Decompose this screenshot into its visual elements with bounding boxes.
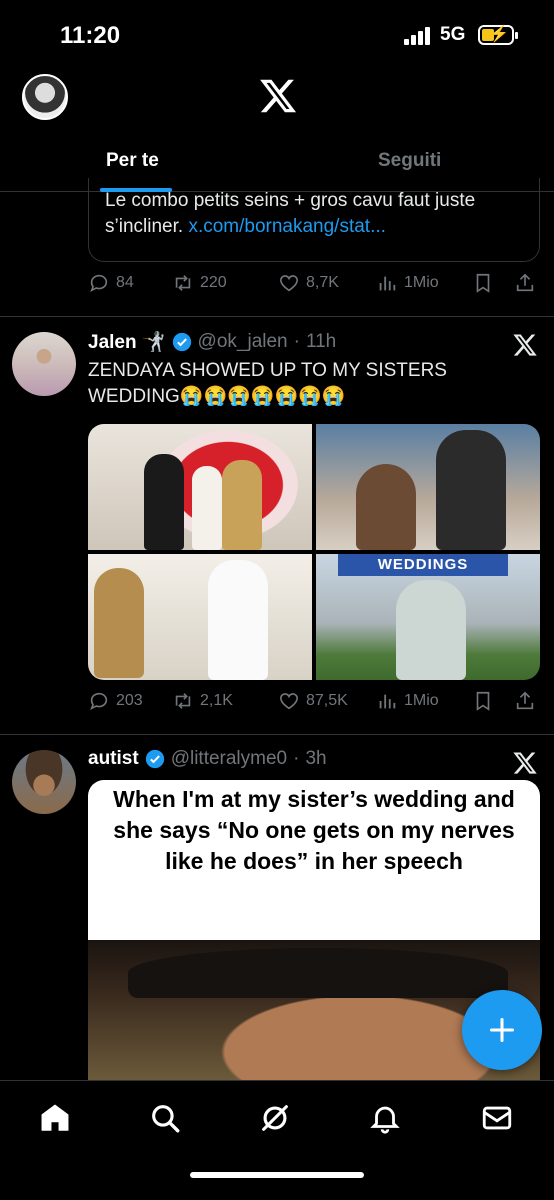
- like-icon: [279, 275, 299, 292]
- search-icon: [152, 1105, 180, 1133]
- repost-icon: [175, 693, 191, 709]
- separator: ·: [293, 748, 300, 769]
- reply-icon: [90, 692, 108, 711]
- photo[interactable]: [316, 424, 540, 550]
- display-name[interactable]: Jalen 🤺: [88, 330, 166, 354]
- home-indicator: [190, 1172, 364, 1178]
- views-button[interactable]: 1Mio: [376, 272, 439, 294]
- divider: [0, 316, 554, 317]
- nav-home[interactable]: [38, 1101, 72, 1135]
- bookmark-icon: [476, 691, 490, 711]
- share-button[interactable]: [514, 690, 536, 712]
- repost-button[interactable]: 2,1K: [172, 690, 233, 712]
- separator: ·: [293, 331, 300, 352]
- handle[interactable]: @ok_jalen: [198, 331, 288, 353]
- tweet-header: autist @litteralyme0 · 3h: [88, 748, 327, 770]
- compose-button[interactable]: [462, 990, 542, 1070]
- nav-messages[interactable]: [480, 1101, 514, 1135]
- photo[interactable]: WEDDINGS: [316, 554, 540, 680]
- avatar[interactable]: [12, 750, 76, 814]
- tweet-text: ZENDAYA SHOWED UP TO MY SISTERS WEDDING😭…: [88, 360, 447, 407]
- meme-caption: When I'm at my sister’s wedding and she …: [113, 786, 515, 874]
- status-time: 11:20: [60, 22, 121, 49]
- like-button[interactable]: 87,5K: [278, 690, 348, 712]
- compose-icon: [489, 1017, 515, 1043]
- x-logo-icon[interactable]: [512, 750, 538, 776]
- tweet-actions: 84 220 8,7K 1Mio: [88, 272, 538, 302]
- nav-notifications[interactable]: [368, 1101, 402, 1135]
- network-type: 5G: [440, 24, 466, 45]
- bookmark-button[interactable]: [472, 272, 494, 294]
- quoted-tweet[interactable]: Le combo petits seins + gros cavu faut j…: [88, 178, 540, 262]
- repost-button[interactable]: 220: [172, 272, 227, 294]
- battery-icon: ⚡: [478, 25, 518, 45]
- home-icon: [41, 1104, 69, 1131]
- tweet-time: 11h: [305, 331, 337, 352]
- share-icon: [516, 273, 534, 292]
- photo[interactable]: [88, 424, 312, 550]
- notifications-icon: [370, 1106, 400, 1134]
- handle[interactable]: @litteralyme0: [171, 748, 287, 770]
- reply-button[interactable]: 203: [88, 690, 143, 712]
- profile-avatar[interactable]: [22, 74, 68, 120]
- x-logo-icon[interactable]: [512, 332, 538, 358]
- like-icon: [279, 693, 299, 710]
- like-button[interactable]: 8,7K: [278, 272, 339, 294]
- reply-icon: [90, 274, 108, 293]
- divider: [0, 734, 554, 735]
- share-button[interactable]: [514, 272, 536, 294]
- nav-search[interactable]: [148, 1101, 182, 1135]
- avatar[interactable]: [12, 332, 76, 396]
- photo-sign-text: WEDDINGS: [338, 554, 508, 576]
- status-bar: 11:20 5G ⚡: [0, 0, 554, 72]
- views-icon: [379, 694, 396, 709]
- tweet-time: 3h: [305, 748, 327, 769]
- reply-button[interactable]: 84: [88, 272, 134, 294]
- share-icon: [516, 691, 534, 710]
- quote-link[interactable]: x.com/bornakang/stat...: [188, 216, 386, 237]
- bookmark-icon: [476, 273, 490, 293]
- messages-icon: [482, 1106, 512, 1130]
- tab-per-te[interactable]: Per te: [106, 150, 159, 172]
- home-header: Per te Seguiti: [0, 72, 554, 192]
- bookmark-button[interactable]: [472, 690, 494, 712]
- verified-icon: [172, 332, 191, 352]
- tweet-actions: 203 2,1K 87,5K 1Mio: [88, 690, 538, 720]
- photo[interactable]: [88, 554, 312, 680]
- tweet-header: Jalen 🤺 @ok_jalen · 11h: [88, 330, 336, 354]
- tweet-photos: WEDDINGS: [88, 424, 540, 680]
- x-logo-icon: [260, 79, 297, 113]
- views-button[interactable]: 1Mio: [376, 690, 439, 712]
- display-name[interactable]: autist: [88, 748, 139, 770]
- nav-grok[interactable]: [258, 1101, 292, 1135]
- grok-icon: [262, 1105, 288, 1131]
- bottom-navigation: [0, 1080, 554, 1200]
- views-icon: [379, 276, 396, 291]
- repost-icon: [175, 275, 191, 291]
- verified-icon: [145, 749, 164, 769]
- signal-icon: [404, 27, 434, 45]
- tab-seguiti[interactable]: Seguiti: [378, 150, 441, 172]
